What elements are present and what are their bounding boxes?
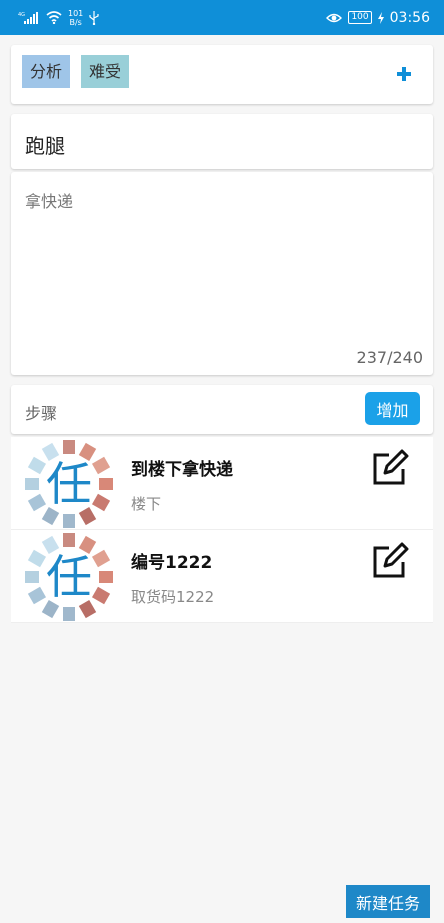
edit-icon[interactable] xyxy=(371,449,409,487)
task-title-field[interactable]: 跑腿 xyxy=(11,114,433,169)
battery-indicator: 100 xyxy=(348,11,372,24)
charging-icon xyxy=(377,11,384,24)
signal-indicator: 4G xyxy=(18,12,25,18)
task-gear-icon: 任 xyxy=(25,533,113,621)
step-title: 到楼下拿快递 xyxy=(131,460,233,480)
step-title: 编号1222 xyxy=(131,553,213,573)
char-counter: 237/240 xyxy=(356,348,423,367)
steps-label: 步骤 xyxy=(25,404,58,423)
tag-hard[interactable]: 难受 xyxy=(81,55,130,88)
step-subtitle: 楼下 xyxy=(131,495,162,513)
step-list: 任 到楼下拿快递 楼下 任 编号1222 取货码1222 xyxy=(11,437,433,623)
add-step-button[interactable]: 增加 xyxy=(365,392,420,425)
task-gear-icon: 任 xyxy=(25,440,113,528)
task-description-field[interactable]: 拿快递 237/240 xyxy=(11,172,433,375)
edit-icon[interactable] xyxy=(371,542,409,580)
step-item[interactable]: 任 到楼下拿快递 楼下 xyxy=(11,437,433,530)
signal-icon: 4G xyxy=(18,11,38,24)
status-bar: 4G 101 B/s 100 03:56 xyxy=(0,0,444,35)
task-description: 拿快递 xyxy=(25,192,74,211)
net-speed: 101 B/s xyxy=(68,8,84,27)
step-subtitle: 取货码1222 xyxy=(131,588,215,606)
steps-header: 步骤 增加 xyxy=(11,385,433,434)
tag-analysis[interactable]: 分析 xyxy=(22,55,71,88)
status-left: 4G 101 B/s xyxy=(18,9,99,27)
wifi-icon xyxy=(46,11,62,24)
eye-icon xyxy=(326,13,343,22)
status-right: 100 03:56 xyxy=(326,10,430,26)
new-task-button[interactable]: 新建任务 xyxy=(346,885,430,918)
plus-icon xyxy=(397,67,411,81)
clock: 03:56 xyxy=(389,9,430,26)
task-icon-char: 任 xyxy=(46,550,92,604)
task-title: 跑腿 xyxy=(25,134,65,158)
task-icon-char: 任 xyxy=(46,457,92,511)
tags-card: 分析 难受 xyxy=(11,45,433,104)
step-item[interactable]: 任 编号1222 取货码1222 xyxy=(11,530,433,623)
usb-icon xyxy=(89,10,99,25)
add-tag-button[interactable] xyxy=(397,61,411,85)
